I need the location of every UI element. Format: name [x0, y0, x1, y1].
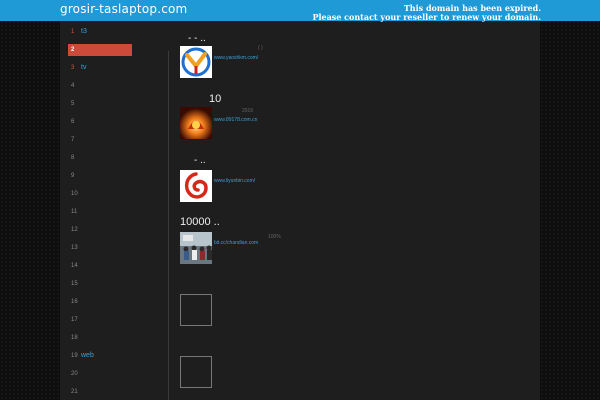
sidebar-item-3[interactable]: 3 tv [68, 62, 132, 74]
flame-logo-icon[interactable] [180, 107, 212, 139]
rank-number: 13 [71, 245, 78, 251]
swirl-logo-icon[interactable] [180, 170, 212, 202]
sidebar-item-label[interactable]: tv [81, 62, 86, 74]
expired-line-2: Please contact your reseller to renew yo… [312, 12, 541, 22]
image-placeholder-1[interactable] [180, 294, 212, 326]
yk-logo-icon[interactable] [180, 46, 212, 78]
rank-number: 5 [71, 101, 75, 107]
expired-notice: This domain has been expired. Please con… [312, 4, 541, 22]
rank-number: 8 [71, 155, 75, 161]
sidebar-item-8[interactable]: 8 [68, 152, 132, 164]
rank-number: 16 [71, 299, 78, 305]
item-meta: 2016 [242, 108, 254, 114]
rank-number: 21 [71, 389, 78, 395]
rank-number: 20 [71, 371, 78, 377]
sidebar-item-11[interactable]: 11 [68, 206, 132, 218]
sidebar-item-1[interactable]: 1 t3 [68, 26, 132, 38]
sidebar-item-6[interactable]: 6 [68, 116, 132, 128]
sidebar: 1 t3 2 3 tv 4 5 6 7 8 9 10 11 12 13 14 1… [60, 21, 168, 400]
item-url[interactable]: bit.cc/chandian.com [214, 240, 258, 246]
sidebar-item-10[interactable]: 10 [68, 188, 132, 200]
item-url[interactable]: www.liyunbin.com/ [214, 178, 255, 184]
sidebar-item-9[interactable]: 9 [68, 170, 132, 182]
sidebar-item-5[interactable]: 5 [68, 98, 132, 110]
rank-number: 7 [71, 137, 75, 143]
item-title[interactable]: 10 [209, 93, 221, 105]
sidebar-item-21[interactable]: 21 [68, 386, 132, 398]
sidebar-item-18[interactable]: 18 [68, 332, 132, 344]
sidebar-item-label[interactable]: t3 [81, 26, 87, 38]
rank-number: 2 [71, 47, 75, 53]
sidebar-item-16[interactable]: 16 [68, 296, 132, 308]
content-wrapper: 1 t3 2 3 tv 4 5 6 7 8 9 10 11 12 13 14 1… [60, 21, 540, 400]
sidebar-item-12[interactable]: 12 [68, 224, 132, 236]
crowd-photo-icon[interactable] [180, 232, 212, 264]
sidebar-item-14[interactable]: 14 [68, 260, 132, 272]
item-meta: 100% [268, 234, 281, 240]
sidebar-item-20[interactable]: 20 [68, 368, 132, 380]
item-title[interactable]: - - .. [188, 33, 206, 44]
sidebar-item-19[interactable]: 19 web [68, 350, 132, 362]
rank-number: 17 [71, 317, 78, 323]
item-meta: ( ) [258, 45, 263, 51]
rank-number: 12 [71, 227, 78, 233]
image-placeholder-2[interactable] [180, 356, 212, 388]
rank-number: 10 [71, 191, 78, 197]
rank-number: 3 [71, 65, 75, 71]
item-url[interactable]: www.yaoshkm.com/ [214, 55, 258, 61]
sidebar-item-4[interactable]: 4 [68, 80, 132, 92]
rank-number: 1 [71, 29, 75, 35]
sidebar-item-2[interactable]: 2 [68, 44, 132, 56]
sidebar-item-7[interactable]: 7 [68, 134, 132, 146]
rank-number: 19 [71, 353, 78, 359]
rank-number: 9 [71, 173, 75, 179]
rank-number: 14 [71, 263, 78, 269]
sidebar-item-13[interactable]: 13 [68, 242, 132, 254]
item-title[interactable]: - .. [194, 155, 206, 166]
sidebar-item-17[interactable]: 17 [68, 314, 132, 326]
sidebar-item-15[interactable]: 15 [68, 278, 132, 290]
column-divider [168, 51, 169, 400]
rank-number: 11 [71, 209, 78, 215]
rank-number: 15 [71, 281, 78, 287]
item-url[interactable]: www.89178.com.cn [214, 117, 257, 123]
sidebar-item-label[interactable]: web [81, 350, 94, 362]
site-title[interactable]: grosir-taslaptop.com [60, 2, 187, 16]
item-title[interactable]: 10000 .. [180, 216, 220, 228]
rank-number: 4 [71, 83, 75, 89]
rank-number: 6 [71, 119, 75, 125]
rank-number: 18 [71, 335, 78, 341]
